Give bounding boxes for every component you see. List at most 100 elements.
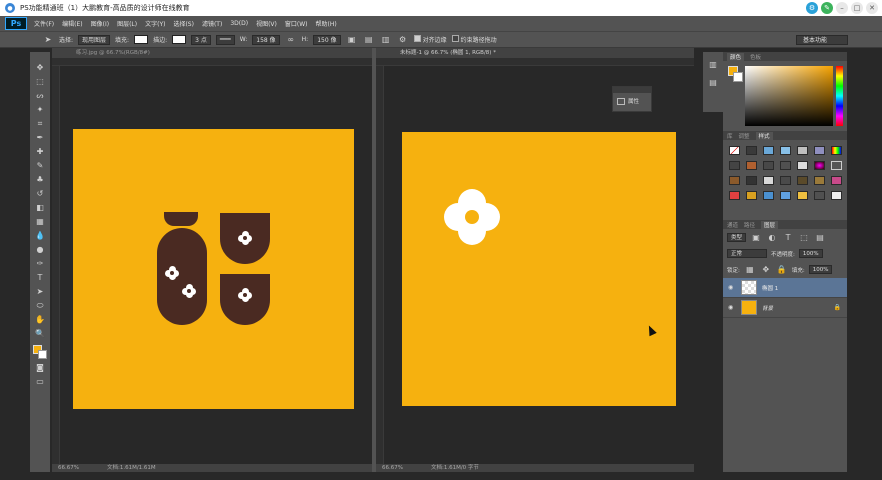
tab-layers[interactable]: 图层 — [761, 220, 779, 229]
minimize-button[interactable]: – — [836, 2, 848, 14]
background-color[interactable] — [38, 350, 47, 359]
menu-filter[interactable]: 滤镜(T) — [202, 19, 222, 28]
style-swatch[interactable] — [746, 161, 757, 170]
menu-image[interactable]: 图像(I) — [91, 19, 109, 28]
layer-row[interactable]: ◉ 背景 🔒 — [723, 298, 847, 318]
gradient-tool-icon[interactable]: ▦ — [34, 216, 46, 227]
settings-icon[interactable]: ⚙ — [806, 2, 818, 14]
select-dropdown[interactable]: 现用图层 — [78, 34, 111, 45]
tab-libraries[interactable]: 库 — [727, 132, 733, 140]
properties-panel-icon[interactable]: ▤ — [707, 76, 719, 88]
ellipse-tool-icon[interactable]: ⬭ — [34, 300, 46, 311]
height-field[interactable]: 150 像 — [313, 34, 341, 45]
style-swatch[interactable] — [831, 161, 842, 170]
maximize-button[interactable]: □ — [851, 2, 863, 14]
style-swatch[interactable] — [763, 146, 774, 155]
tab-adjustments[interactable]: 调整 — [739, 132, 750, 140]
align-edges-option[interactable]: 对齐边缘 — [413, 35, 447, 44]
tab-paths[interactable]: 路径 — [744, 221, 755, 229]
path-selection-tool-icon[interactable]: ➤ — [34, 286, 46, 297]
tab-channels[interactable]: 通道 — [727, 221, 738, 229]
blur-tool-icon[interactable]: 💧 — [34, 230, 46, 241]
stroke-swatch[interactable] — [172, 35, 187, 44]
feedback-icon[interactable]: ✎ — [821, 2, 833, 14]
layer-name[interactable]: 背景 — [762, 304, 773, 312]
constrain-option[interactable]: 约束路径拖动 — [451, 35, 497, 44]
style-swatch[interactable] — [797, 146, 808, 155]
lock-all-icon[interactable]: 🔒 — [776, 264, 788, 275]
history-brush-tool-icon[interactable]: ↺ — [34, 188, 46, 199]
menu-edit[interactable]: 编辑(E) — [62, 19, 82, 28]
canvas-2[interactable] — [402, 132, 676, 406]
tab-styles[interactable]: 样式 — [755, 131, 773, 140]
marquee-tool-icon[interactable]: ⬚ — [34, 76, 46, 87]
visibility-eye-icon[interactable]: ◉ — [728, 304, 736, 311]
fill-swatch[interactable] — [134, 35, 149, 44]
menu-window[interactable]: 窗口(W) — [285, 19, 308, 28]
style-swatch[interactable] — [831, 176, 842, 185]
bottle-cap-shape[interactable] — [164, 212, 198, 226]
style-swatch[interactable] — [729, 191, 740, 200]
eyedropper-tool-icon[interactable]: ✒ — [34, 132, 46, 143]
dodge-tool-icon[interactable]: ● — [34, 244, 46, 255]
zoom-level[interactable]: 66.67% — [58, 465, 79, 471]
stroke-type-dropdown[interactable]: ━━━ — [215, 34, 235, 45]
hue-slider[interactable] — [836, 66, 843, 126]
workspace-dropdown[interactable]: 基本功能 — [796, 35, 848, 45]
filter-type-icon[interactable]: T — [782, 232, 794, 243]
close-button[interactable]: ✕ — [866, 2, 878, 14]
style-swatch[interactable] — [746, 191, 757, 200]
menu-select[interactable]: 选择(S) — [173, 19, 194, 28]
style-swatch[interactable] — [780, 191, 791, 200]
doc-tab-2[interactable]: 未标题-1 @ 66.7% (椭圆 1, RGB/8) * — [376, 48, 694, 58]
zoom-level[interactable]: 66.67% — [382, 465, 403, 471]
style-swatch[interactable] — [729, 146, 740, 155]
pen-tool-icon[interactable]: ✑ — [34, 258, 46, 269]
style-swatch[interactable] — [797, 176, 808, 185]
color-swatches[interactable] — [33, 345, 47, 359]
canvas-1[interactable] — [73, 129, 354, 409]
filter-smart-icon[interactable]: ▤ — [814, 232, 826, 243]
layer-name[interactable]: 椭圆 1 — [762, 284, 778, 292]
style-swatch[interactable] — [780, 176, 791, 185]
lock-pixels-icon[interactable]: ▦ — [744, 264, 756, 275]
doc-tab-1[interactable]: 练习.jpg @ 66.7%(RGB/8#) — [52, 48, 372, 58]
filter-adjust-icon[interactable]: ◐ — [766, 232, 778, 243]
fill-opacity-field[interactable]: 100% — [808, 265, 833, 274]
menu-view[interactable]: 视图(V) — [256, 19, 277, 28]
visibility-eye-icon[interactable]: ◉ — [728, 284, 736, 291]
hand-tool-icon[interactable]: ✋ — [34, 314, 46, 325]
path-select-icon[interactable]: ➤ — [42, 34, 54, 45]
layer-kind-dropdown[interactable]: 类型 — [727, 233, 747, 242]
style-swatch[interactable] — [831, 146, 842, 155]
style-swatch[interactable] — [763, 191, 774, 200]
filter-pixel-icon[interactable]: ▣ — [750, 232, 762, 243]
move-tool-icon[interactable]: ✥ — [34, 62, 46, 73]
style-swatch[interactable] — [780, 146, 791, 155]
layer-row[interactable]: ◉ 椭圆 1 — [723, 278, 847, 298]
menu-file[interactable]: 文件(F) — [34, 19, 54, 28]
menu-3d[interactable]: 3D(D) — [230, 20, 248, 27]
style-swatch[interactable] — [729, 176, 740, 185]
style-swatch[interactable] — [763, 176, 774, 185]
path-arrange-icon[interactable]: ▥ — [380, 34, 392, 45]
style-swatch[interactable] — [746, 146, 757, 155]
gear-icon[interactable]: ⚙ — [397, 34, 409, 45]
properties-float-panel[interactable]: 属性 — [612, 86, 652, 112]
filter-shape-icon[interactable]: ⬚ — [798, 232, 810, 243]
style-swatch[interactable] — [814, 146, 825, 155]
type-tool-icon[interactable]: T — [34, 272, 46, 283]
lock-position-icon[interactable]: ✥ — [760, 264, 772, 275]
blend-mode-dropdown[interactable]: 正常 — [727, 249, 767, 258]
style-swatch[interactable] — [814, 191, 825, 200]
tab-swatches[interactable]: 色板 — [750, 53, 761, 61]
screen-mode-icon[interactable]: ▭ — [34, 376, 46, 387]
opacity-field[interactable]: 100% — [798, 249, 823, 258]
style-swatch[interactable] — [780, 161, 791, 170]
brush-tool-icon[interactable]: ✎ — [34, 160, 46, 171]
link-icon[interactable]: ∞ — [285, 34, 297, 45]
quick-mask-icon[interactable]: ◙ — [34, 362, 46, 373]
menu-layer[interactable]: 图层(L) — [117, 19, 137, 28]
lasso-tool-icon[interactable]: ᔕ — [34, 90, 46, 101]
path-align-icon[interactable]: ▤ — [363, 34, 375, 45]
